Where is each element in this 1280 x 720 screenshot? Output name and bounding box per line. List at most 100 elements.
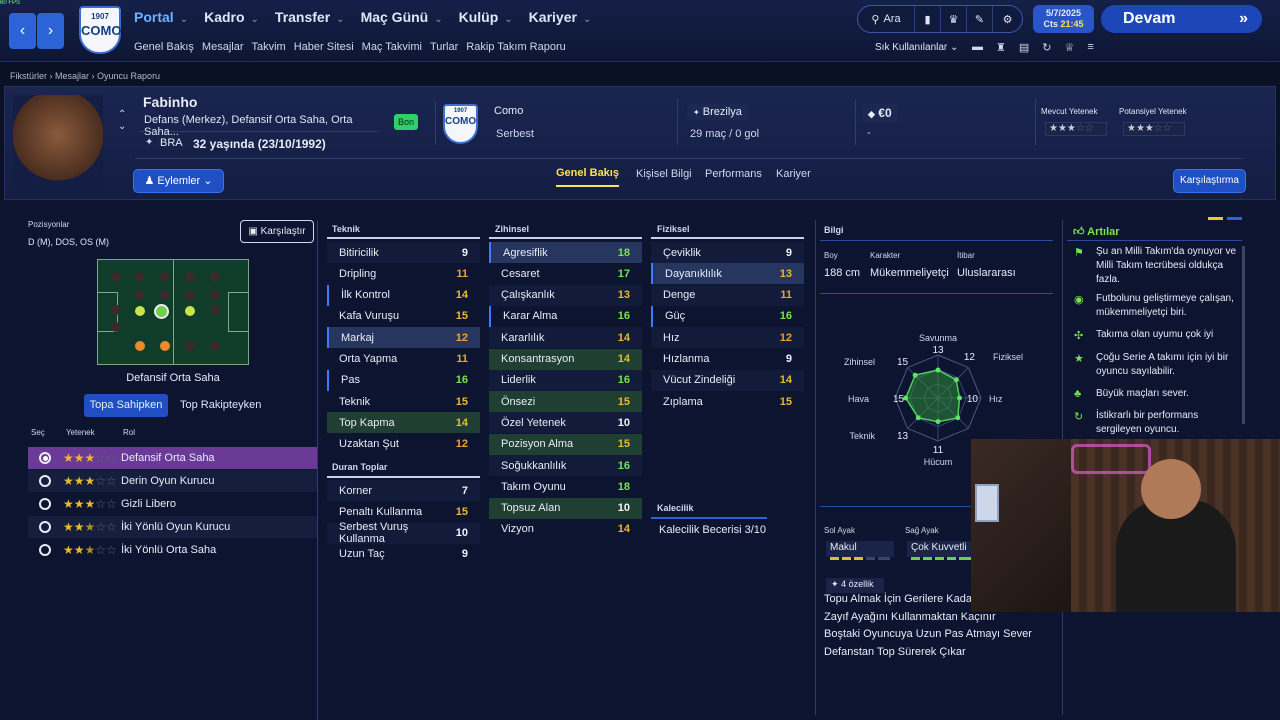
attr-row-teknik[interactable]: Markaj 12 bbox=[327, 327, 480, 349]
role-row[interactable]: ★★★☆☆ İki Yönlü Orta Saha bbox=[28, 539, 317, 561]
radio[interactable] bbox=[39, 475, 51, 487]
attr-row-zihinsel[interactable]: Çalışkanlık 13 bbox=[489, 284, 642, 306]
role-row[interactable]: ★★★☆☆ Gizli Libero bbox=[28, 493, 317, 515]
database-icon[interactable]: ≡ bbox=[1087, 41, 1093, 54]
attr-row-teknik[interactable]: Kafa Vuruşu 15 bbox=[327, 306, 480, 327]
settings-gear-icon[interactable]: ⚙ bbox=[992, 6, 1022, 32]
menu-kadro[interactable]: Kadro ⌄ bbox=[204, 9, 259, 25]
menu-transfer[interactable]: Transfer ⌄ bbox=[275, 9, 345, 25]
pitch-position-dot-competent[interactable] bbox=[160, 341, 170, 351]
submenu-rakip-takim-raporu[interactable]: Rakip Takım Raporu bbox=[466, 41, 565, 53]
tab-kisisel-bilgi[interactable]: Kişisel Bilgi bbox=[636, 168, 692, 180]
tab-kariyer[interactable]: Kariyer bbox=[776, 168, 811, 180]
pitch-position-dot[interactable] bbox=[210, 290, 220, 300]
pitch-position-dot-accomplished[interactable] bbox=[135, 306, 145, 316]
club-name[interactable]: Como bbox=[494, 105, 523, 117]
scrollbar[interactable] bbox=[1242, 246, 1245, 424]
attr-row-teknik[interactable]: Bitiricilik 9 bbox=[327, 242, 480, 263]
submenu-mesajlar[interactable]: Mesajlar bbox=[202, 41, 244, 53]
pitch-position-dot[interactable] bbox=[210, 272, 220, 282]
attr-row-fiziksel[interactable]: Güç 16 bbox=[651, 305, 804, 327]
refresh-icon[interactable]: ↻ bbox=[1042, 41, 1051, 54]
attr-row-zihinsel[interactable]: Önsezi 15 bbox=[489, 391, 642, 413]
attr-row-fiziksel[interactable]: Vücut Zindeliği 14 bbox=[651, 369, 804, 391]
traits-count-button[interactable]: ✦ 4 özellik bbox=[826, 578, 884, 593]
attr-row-fiziksel[interactable]: Denge 11 bbox=[651, 284, 804, 306]
forward-button[interactable]: › bbox=[37, 13, 64, 49]
date-display[interactable]: 5/7/2025 Cts 21:45 bbox=[1033, 5, 1094, 33]
pitch-position-dot-competent[interactable] bbox=[135, 341, 145, 351]
attr-row-fiziksel[interactable]: Hız 12 bbox=[651, 327, 804, 349]
positions-compare-button[interactable]: ▣ Karşılaştır bbox=[240, 220, 314, 243]
clipboard-icon[interactable]: ▤ bbox=[1019, 41, 1029, 54]
radio[interactable] bbox=[39, 521, 51, 533]
attr-row-zihinsel[interactable]: Liderlik 16 bbox=[489, 369, 642, 391]
attr-row-zihinsel[interactable]: Kararlılık 14 bbox=[489, 327, 642, 349]
attr-row-teknik[interactable]: Pas 16 bbox=[327, 369, 480, 391]
attr-row-zihinsel[interactable]: Soğukkanlılık 16 bbox=[489, 455, 642, 476]
pitch-position-dot[interactable] bbox=[185, 272, 195, 282]
pitch-position-dot[interactable] bbox=[135, 290, 145, 300]
inbox-icon[interactable]: ▮ bbox=[914, 6, 940, 32]
pitch-position-dot[interactable] bbox=[210, 341, 220, 351]
pitch-position-dot[interactable] bbox=[111, 305, 121, 315]
attr-row-zihinsel[interactable]: Topsuz Alan 10 bbox=[489, 497, 642, 519]
menu-mac-gunu[interactable]: Maç Günü ⌄ bbox=[361, 9, 443, 25]
attr-row-zihinsel[interactable]: Karar Alma 16 bbox=[489, 305, 642, 327]
role-row-selected[interactable]: ★★★☆☆ Defansif Orta Saha bbox=[28, 447, 317, 469]
submenu-mac-takvimi[interactable]: Maç Takvimi bbox=[362, 41, 422, 53]
tab-out-of-possession[interactable]: Top Rakipteyken bbox=[180, 399, 261, 411]
trophy-icon[interactable]: ♛ bbox=[940, 6, 966, 32]
attr-row-teknik[interactable]: Teknik 15 bbox=[327, 391, 480, 412]
menu-kulup[interactable]: Kulüp ⌄ bbox=[459, 9, 513, 25]
attr-row-teknik[interactable]: Uzaktan Şut 12 bbox=[327, 434, 480, 455]
pitch-position-dot[interactable] bbox=[210, 305, 220, 315]
actions-dropdown[interactable]: ♟ Eylemler ⌄ bbox=[133, 169, 224, 193]
attr-row-zihinsel[interactable]: Pozisyon Alma 15 bbox=[489, 433, 642, 455]
attr-row-zihinsel[interactable]: Vizyon 14 bbox=[489, 519, 642, 540]
attr-row-zihinsel[interactable]: Cesaret 17 bbox=[489, 263, 642, 284]
attr-row-zihinsel[interactable]: Agresiflik 18 bbox=[489, 242, 642, 263]
pitch-position-dot[interactable] bbox=[160, 272, 170, 282]
compare-button[interactable]: Karşılaştırma bbox=[1173, 169, 1246, 193]
breadcrumb-item[interactable]: Fikstürler bbox=[10, 71, 47, 81]
chat-icon[interactable]: ▬ bbox=[972, 41, 983, 54]
pitch-position-dot[interactable] bbox=[185, 341, 195, 351]
attr-row-fiziksel[interactable]: Dayanıklılık 13 bbox=[651, 263, 804, 285]
attr-row-teknik[interactable]: Top Kapma 14 bbox=[327, 412, 480, 434]
pitch-position-dot[interactable] bbox=[135, 272, 145, 282]
attr-row-duran[interactable]: Serbest Vuruş Kullanma 10 bbox=[327, 521, 480, 545]
favorites-dropdown[interactable]: Sık Kullanılanlar ⌄ bbox=[875, 42, 958, 53]
attr-row-duran[interactable]: Uzun Taç 9 bbox=[327, 544, 480, 565]
pitch-position-dot-selected[interactable] bbox=[154, 304, 169, 319]
tab-genel-bakis[interactable]: Genel Bakış bbox=[556, 167, 619, 187]
search-button[interactable]: ⚲ Ara bbox=[858, 6, 914, 32]
attr-row-duran[interactable]: Korner 7 bbox=[327, 480, 480, 501]
shirt-icon[interactable]: ♜ bbox=[996, 41, 1006, 54]
continue-button[interactable]: Devam» bbox=[1101, 5, 1262, 33]
pitch-position-dot[interactable] bbox=[111, 322, 121, 332]
nation-link[interactable]: ✦ Brezilya bbox=[687, 104, 748, 120]
cup-icon[interactable]: ♕ bbox=[1065, 41, 1075, 54]
submenu-turlar[interactable]: Turlar bbox=[430, 41, 458, 53]
pitch-position-dot[interactable] bbox=[185, 290, 195, 300]
pitch-position-dot[interactable] bbox=[111, 272, 121, 282]
attr-row-zihinsel[interactable]: Takım Oyunu 18 bbox=[489, 476, 642, 497]
attr-row-zihinsel[interactable]: Konsantrasyon 14 bbox=[489, 348, 642, 370]
attr-row-fiziksel[interactable]: Hızlanma 9 bbox=[651, 349, 804, 370]
pitch-position-dot-accomplished[interactable] bbox=[185, 306, 195, 316]
menu-kariyer[interactable]: Kariyer ⌄ bbox=[529, 9, 592, 25]
menu-portal[interactable]: Portal ⌄ bbox=[134, 9, 188, 25]
radio-selected[interactable] bbox=[39, 452, 51, 464]
role-row[interactable]: ★★★☆☆ Derin Oyun Kurucu bbox=[28, 470, 317, 492]
submenu-haber-sitesi[interactable]: Haber Sitesi bbox=[294, 41, 354, 53]
position-pitch[interactable] bbox=[97, 259, 249, 365]
tab-in-possession[interactable]: Topa Sahipken bbox=[84, 394, 168, 417]
radio[interactable] bbox=[39, 498, 51, 510]
radio[interactable] bbox=[39, 544, 51, 556]
back-button[interactable]: ‹ bbox=[9, 13, 36, 49]
attr-row-teknik[interactable]: Orta Yapma 11 bbox=[327, 349, 480, 370]
club-crest-logo[interactable]: 1907 COMO bbox=[79, 6, 121, 54]
submenu-genel-bakis[interactable]: Genel Bakış bbox=[134, 41, 194, 53]
attr-row-zihinsel[interactable]: Özel Yetenek 10 bbox=[489, 412, 642, 434]
